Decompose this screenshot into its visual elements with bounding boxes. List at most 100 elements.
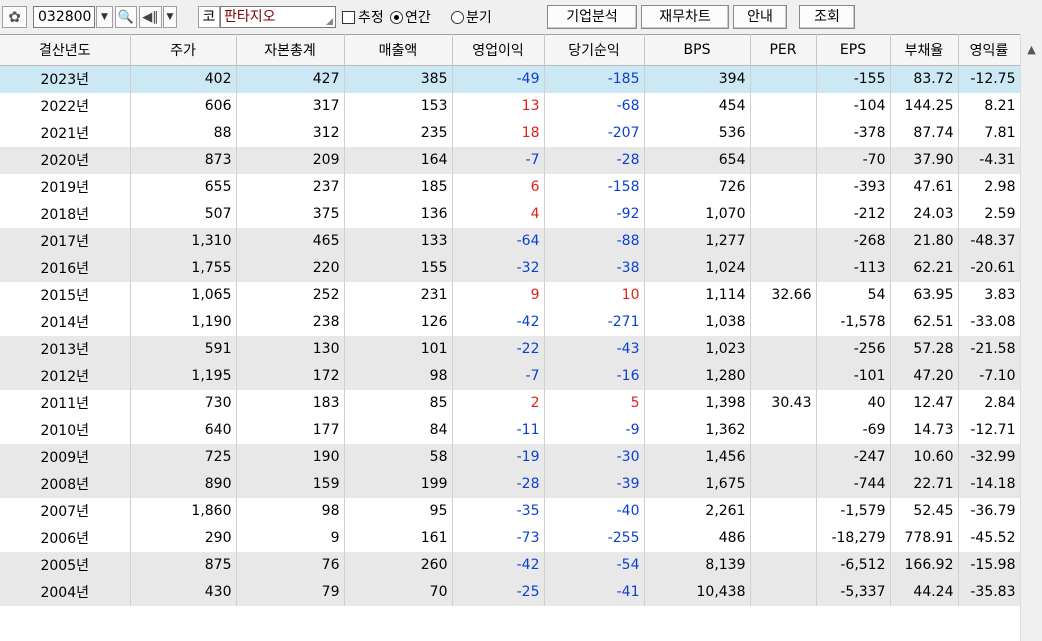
table-cell: -20.61 xyxy=(958,254,1020,282)
table-cell: -39 xyxy=(544,470,645,498)
table-row[interactable]: 2011년 730 183 85 2 5 1,398 30.43 40 12.47 2.84 xyxy=(0,389,1020,417)
table-cell: -42 xyxy=(452,551,545,579)
table-cell: 10.60 xyxy=(890,443,959,471)
quarter-label: 분기 xyxy=(466,10,492,26)
annual-radio[interactable]: 연간 xyxy=(390,6,431,28)
table-cell: 2022년 xyxy=(0,92,131,120)
speaker-button[interactable]: ◀∥ xyxy=(139,6,162,28)
table-cell: 2.59 xyxy=(958,200,1020,228)
gear-icon[interactable]: ✿ xyxy=(2,6,27,28)
quarter-radio[interactable]: 분기 xyxy=(451,6,492,28)
table-row[interactable]: 2020년 873 209 164 -7 -28 654 -70 37.90 -4.31 xyxy=(0,146,1020,174)
table-cell: 402 xyxy=(130,65,237,93)
table-cell: 2010년 xyxy=(0,416,131,444)
company-name-field[interactable]: 판타지오 xyxy=(220,6,336,28)
table-cell xyxy=(750,578,817,606)
query-button[interactable]: 조회 xyxy=(799,5,855,29)
estimate-checkbox[interactable]: 추정 xyxy=(342,6,384,28)
table-cell: -268 xyxy=(816,227,891,255)
radio-selected-icon xyxy=(390,10,403,24)
column-header[interactable]: 영익률 xyxy=(958,34,1020,66)
radio-icon xyxy=(451,10,464,24)
table-cell: 83.72 xyxy=(890,65,959,93)
column-header[interactable]: 결산년도 xyxy=(0,34,131,66)
table-row[interactable]: 2010년 640 177 84 -11 -9 1,362 -69 14.73 -12.71 xyxy=(0,416,1020,444)
table-cell: 385 xyxy=(344,65,453,93)
table-row[interactable]: 2005년 875 76 260 -42 -54 8,139 -6,512 166.92 -15.… xyxy=(0,551,1020,579)
speaker-dropdown-button[interactable]: ▼ xyxy=(163,6,177,28)
table-row[interactable]: 2006년 290 9 161 -73 -255 486 -18,279 778.91 -45.5… xyxy=(0,524,1020,552)
table-cell: 2023년 xyxy=(0,65,131,93)
table-cell: 54 xyxy=(816,281,891,309)
table-cell: 2,261 xyxy=(644,497,751,525)
table-row[interactable]: 2012년 1,195 172 98 -7 -16 1,280 -101 47.20 -7.10 xyxy=(0,362,1020,390)
column-header[interactable]: 영업이익 xyxy=(452,34,545,66)
column-header[interactable]: 부채율 xyxy=(890,34,959,66)
table-cell: -41 xyxy=(544,578,645,606)
table-cell: 591 xyxy=(130,335,237,363)
table-row[interactable]: 2008년 890 159 199 -28 -39 1,675 -744 22.71 -14.18 xyxy=(0,470,1020,498)
column-header[interactable]: 당기순익 xyxy=(544,34,645,66)
table-row[interactable]: 2023년 402 427 385 -49 -185 394 -155 83.72 -12.75 xyxy=(0,65,1020,93)
table-row[interactable]: 2021년 88 312 235 18 -207 536 -378 87.74 7.81 xyxy=(0,119,1020,147)
table-cell: 58 xyxy=(344,443,453,471)
scroll-up-icon[interactable]: ▲ xyxy=(1021,34,1042,64)
table-header: 결산년도 주가 자본총계 매출액 영업이익 당기순익 BPS PER EPS 부채율 영익률 xyxy=(0,34,1020,66)
table-row[interactable]: 2007년 1,860 98 95 -35 -40 2,261 -1,579 52.45 -36.… xyxy=(0,497,1020,525)
table-cell: -35 xyxy=(452,497,545,525)
table-cell: 2004년 xyxy=(0,578,131,606)
search-button[interactable]: 🔍 xyxy=(115,6,137,28)
table-cell: 79 xyxy=(236,578,345,606)
financial-chart-button[interactable]: 재무차트 xyxy=(641,5,729,29)
column-header[interactable]: EPS xyxy=(816,34,891,66)
table-cell: -73 xyxy=(452,524,545,552)
table-cell: 1,675 xyxy=(644,470,751,498)
column-header[interactable]: 주가 xyxy=(130,34,237,66)
table-cell: 2012년 xyxy=(0,362,131,390)
table-cell: 312 xyxy=(236,119,345,147)
table-cell: -271 xyxy=(544,308,645,336)
table-row[interactable]: 2018년 507 375 136 4 -92 1,070 -212 24.03 2.59 xyxy=(0,200,1020,228)
table-cell: -19 xyxy=(452,443,545,471)
column-header[interactable]: PER xyxy=(750,34,817,66)
column-header[interactable]: 매출액 xyxy=(344,34,453,66)
table-row[interactable]: 2022년 606 317 153 13 -68 454 -104 144.25 8.21 xyxy=(0,92,1020,120)
table-cell: 85 xyxy=(344,389,453,417)
table-cell: 159 xyxy=(236,470,345,498)
table-cell: 1,070 xyxy=(644,200,751,228)
table-cell: 98 xyxy=(344,362,453,390)
table-cell: 57.28 xyxy=(890,335,959,363)
table-cell: -5,337 xyxy=(816,578,891,606)
table-cell: 260 xyxy=(344,551,453,579)
table-cell: 2016년 xyxy=(0,254,131,282)
guide-button[interactable]: 안내 xyxy=(733,5,787,29)
table-cell: 1,065 xyxy=(130,281,237,309)
table-cell: -1,579 xyxy=(816,497,891,525)
table-cell: 30.43 xyxy=(750,389,817,417)
stock-code-input[interactable]: 032800 xyxy=(33,6,95,28)
table-row[interactable]: 2017년 1,310 465 133 -64 -88 1,277 -268 21.80 -48.… xyxy=(0,227,1020,255)
table-cell xyxy=(750,146,817,174)
table-cell xyxy=(750,362,817,390)
table-cell: 1,277 xyxy=(644,227,751,255)
table-cell: 10 xyxy=(544,281,645,309)
company-analysis-button[interactable]: 기업분석 xyxy=(547,5,637,29)
table-cell: -40 xyxy=(544,497,645,525)
table-cell: 2005년 xyxy=(0,551,131,579)
table-row[interactable]: 2009년 725 190 58 -19 -30 1,456 -247 10.60 -32.99 xyxy=(0,443,1020,471)
code-dropdown-button[interactable]: ▼ xyxy=(96,6,113,28)
table-row[interactable]: 2019년 655 237 185 6 -158 726 -393 47.61 2.98 xyxy=(0,173,1020,201)
table-row[interactable]: 2015년 1,065 252 231 9 10 1,114 32.66 54 63.95 3.83 xyxy=(0,281,1020,309)
table-cell: 14.73 xyxy=(890,416,959,444)
table-row[interactable]: 2004년 430 79 70 -25 -41 10,438 -5,337 44.24 -35.8… xyxy=(0,578,1020,606)
vertical-scrollbar[interactable]: ▲ xyxy=(1020,34,1042,641)
table-row[interactable]: 2016년 1,755 220 155 -32 -38 1,024 -113 62.21 -20.… xyxy=(0,254,1020,282)
table-row[interactable]: 2014년 1,190 238 126 -42 -271 1,038 -1,578 62.51-… xyxy=(0,308,1020,336)
column-header[interactable]: BPS xyxy=(644,34,751,66)
table-row[interactable]: 2013년 591 130 101 -22 -43 1,023 -256 57.28 -21.58 xyxy=(0,335,1020,363)
column-header[interactable]: 자본총계 xyxy=(236,34,345,66)
table-cell: -35.83 xyxy=(958,578,1020,606)
table-cell xyxy=(750,119,817,147)
table-cell: 536 xyxy=(644,119,751,147)
table-cell: 1,195 xyxy=(130,362,237,390)
